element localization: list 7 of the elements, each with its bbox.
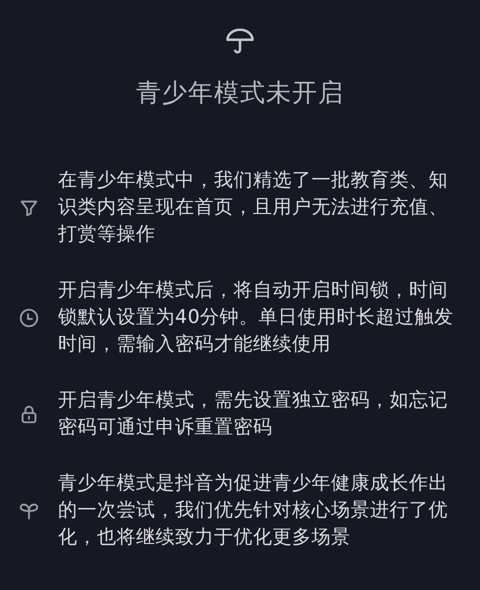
clock-icon <box>18 306 40 328</box>
info-text: 开启青少年模式，需先设置独立密码，如忘记密码可通过申诉重置密码 <box>58 388 449 440</box>
page-title: 青少年模式未开启 <box>136 77 344 109</box>
umbrella-icon <box>225 26 255 56</box>
info-text: 在青少年模式中，我们精选了一批教育类、知识类内容呈现在首页，且用户无法进行充值、打赏等操作 <box>58 168 449 247</box>
info-text: 青少年模式是抖音为促进青少年健康成长作出的一次尝试，我们优先针对核心场景进行了优化，也将继续致力于优化更多场景 <box>58 471 449 550</box>
info-text: 开启青少年模式后，将自动开启时间锁，时间锁默认设置为40分钟。单日使用时长超过触发时间，需输入密码才能继续使用 <box>58 278 455 357</box>
